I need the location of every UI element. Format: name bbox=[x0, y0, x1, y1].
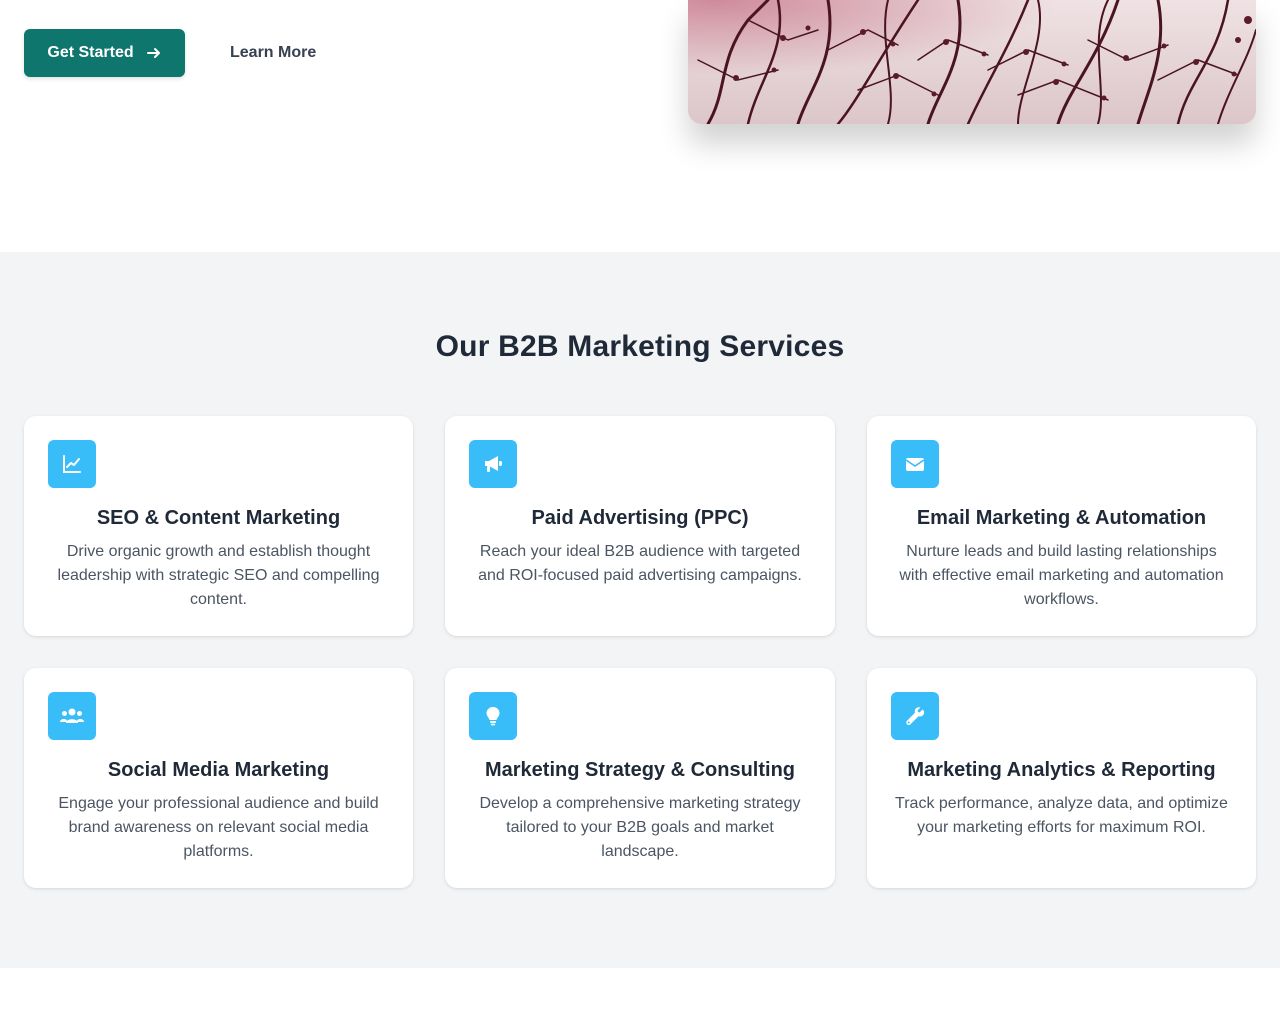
bullhorn-icon bbox=[469, 440, 517, 488]
get-started-label: Get Started bbox=[47, 44, 134, 61]
service-card-text: Engage your professional audience and bu… bbox=[58, 795, 379, 860]
service-card-text: Develop a comprehensive marketing strate… bbox=[479, 795, 801, 860]
service-card-title: Email Marketing & Automation bbox=[916, 507, 1207, 529]
hero-image bbox=[688, 0, 1256, 124]
service-card-text: Drive organic growth and establish thoug… bbox=[57, 543, 380, 608]
learn-more-link[interactable]: Learn More bbox=[230, 29, 316, 77]
service-card-text: Reach your ideal B2B audience with targe… bbox=[478, 543, 802, 584]
learn-more-label: Learn More bbox=[230, 44, 317, 61]
service-card-title: Social Media Marketing bbox=[107, 759, 330, 781]
hero-section: Get Started Learn More bbox=[0, 0, 1280, 252]
users-icon bbox=[48, 692, 96, 740]
services-grid: SEO & Content Marketing Drive organic gr… bbox=[24, 416, 1256, 888]
service-card-title: Marketing Strategy & Consulting bbox=[484, 759, 796, 781]
arrow-right-icon bbox=[146, 45, 162, 61]
service-card-ppc[interactable]: Paid Advertising (PPC) Reach your ideal … bbox=[445, 416, 835, 636]
services-title: Our B2B Marketing Services bbox=[435, 330, 845, 363]
lightbulb-icon bbox=[469, 692, 517, 740]
envelope-icon bbox=[891, 440, 939, 488]
services-section: Our B2B Marketing Services SEO & Content… bbox=[0, 252, 1280, 968]
chart-line-icon bbox=[48, 440, 96, 488]
service-card-strategy[interactable]: Marketing Strategy & Consulting Develop … bbox=[445, 668, 835, 888]
service-card-title: Marketing Analytics & Reporting bbox=[907, 759, 1216, 781]
service-card-analytics[interactable]: Marketing Analytics & Reporting Track pe… bbox=[867, 668, 1256, 888]
service-card-social[interactable]: Social Media Marketing Engage your profe… bbox=[24, 668, 413, 888]
service-card-title: SEO & Content Marketing bbox=[96, 507, 341, 529]
service-card-text: Nurture leads and build lasting relation… bbox=[899, 543, 1224, 608]
service-card-title: Paid Advertising (PPC) bbox=[531, 507, 749, 529]
service-card-text: Track performance, analyze data, and opt… bbox=[895, 795, 1228, 836]
get-started-button[interactable]: Get Started bbox=[24, 29, 185, 77]
wrench-icon bbox=[891, 692, 939, 740]
page-bottom-spacer bbox=[0, 968, 1280, 1020]
service-card-email[interactable]: Email Marketing & Automation Nurture lea… bbox=[867, 416, 1256, 636]
service-card-seo[interactable]: SEO & Content Marketing Drive organic gr… bbox=[24, 416, 413, 636]
